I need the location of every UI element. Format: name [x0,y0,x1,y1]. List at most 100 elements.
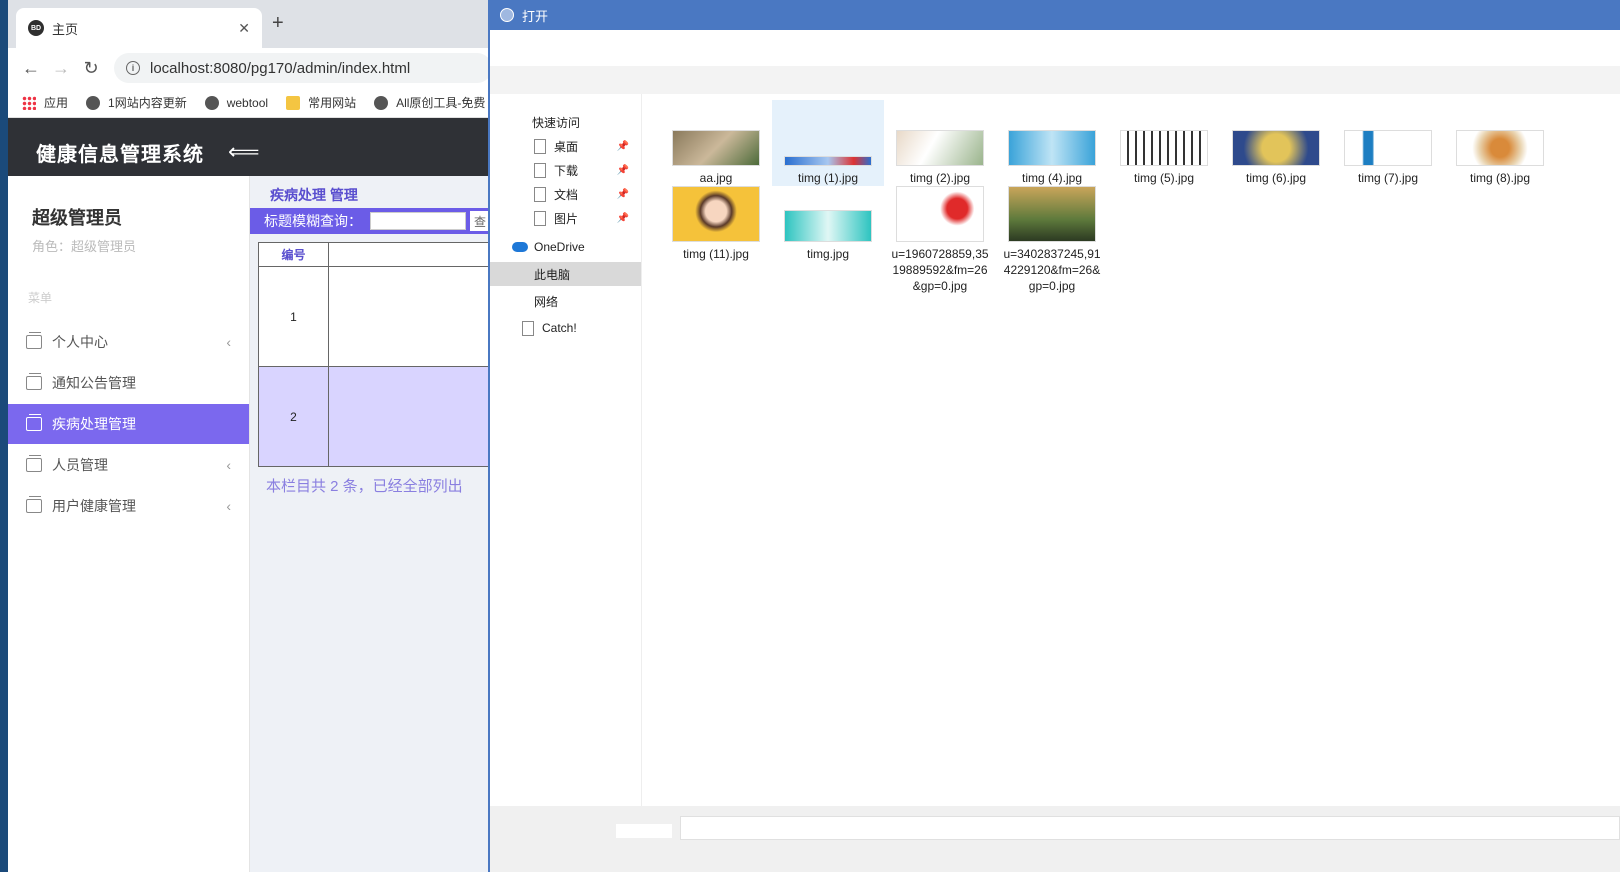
chevron-left-icon: ‹ [226,334,231,350]
window-icon [26,414,42,431]
search-label: 标题模糊查询： [264,213,362,229]
open-file-dialog: 打开 快速访问 桌面 📌 下载 📌 文档 📌 图片 📌 OneDrive 此电脑 网络 … [488,0,1620,872]
image-thumbnail [784,210,872,242]
dialog-address-bar[interactable] [490,30,1620,66]
info-icon[interactable]: i [126,61,140,75]
browser-toolbar: ← → ↻ i localhost:8080/pg170/admin/index… [8,48,500,88]
nav-quick-access[interactable]: 快速访问 [490,110,641,134]
bookmark-tools[interactable]: All原创工具-免费 [374,94,485,111]
bookmark-site-update[interactable]: 1网站内容更新 [86,94,187,111]
folder-icon [534,186,546,202]
back-icon[interactable]: ← [16,58,46,79]
image-thumbnail [1232,130,1320,166]
apps-icon [22,95,36,110]
bookmarks-bar: 应用 1网站内容更新 webtool 常用网站 All原创工具-免费 [8,88,500,118]
pin-icon: 📌 [616,140,629,152]
row-id: 2 [258,366,329,467]
record-count: 本栏目共 2 条，已经全部列出 [266,478,463,495]
window-icon [26,373,42,390]
file-item[interactable]: timg (8).jpg [1444,100,1556,186]
pin-icon: 📌 [616,164,629,176]
favicon-icon: BD [28,20,44,36]
sidebar-item-notices[interactable]: 通知公告管理 [8,363,249,403]
file-item[interactable]: timg (11).jpg [660,186,772,326]
dialog-command-bar [490,66,1620,94]
filename-label [616,824,672,838]
dialog-bottom-bar [490,806,1620,872]
tab-title: 主页 [52,21,79,37]
file-item[interactable]: timg.jpg [772,186,884,326]
file-item[interactable]: timg (2).jpg [884,100,996,186]
bookmark-apps[interactable]: 应用 [22,94,68,111]
browser-window: BD 主页 ✕ + ← → ↻ i localhost:8080/pg170/a… [8,0,500,872]
main-content: 疾病处理 管理 标题模糊查询： 查 编号 1 2 本栏目共 2 条，已经全部列出 [250,176,500,872]
image-thumbnail [672,186,760,242]
address-bar[interactable]: i localhost:8080/pg170/admin/index.html [114,53,492,83]
desktop-background [0,0,8,872]
data-table: 编号 1 2 [258,242,498,467]
file-item[interactable]: timg (6).jpg [1220,100,1332,186]
image-thumbnail [1120,130,1208,166]
globe-icon [374,95,389,110]
table-row[interactable]: 2 [258,366,498,467]
file-item[interactable]: aa.jpg [660,100,772,186]
sidebar: 超级管理员 角色：超级管理员 菜单 个人中心 ‹ 通知公告管理 疾病处理管理 人… [8,176,250,872]
bookmark-common-sites[interactable]: 常用网站 [286,94,356,111]
pin-icon: 📌 [616,188,629,200]
chrome-icon [500,8,514,22]
search-input[interactable] [370,212,466,230]
nav-documents[interactable]: 文档 📌 [490,182,641,206]
search-bar: 标题模糊查询： 查 [250,208,500,234]
menu-toggle-icon[interactable]: ⟸ [228,139,260,165]
image-thumbnail [1008,130,1096,166]
file-item[interactable]: timg (4).jpg [996,100,1108,186]
table-row[interactable]: 1 [258,266,498,367]
file-item[interactable]: timg (1).jpg [772,100,884,186]
navigation-pane: 快速访问 桌面 📌 下载 📌 文档 📌 图片 📌 OneDrive 此电脑 网络 Cat… [490,94,642,806]
nav-downloads[interactable]: 下载 📌 [490,158,641,182]
nav-desktop[interactable]: 桌面 📌 [490,134,641,158]
menu-label: 菜单 [28,291,53,305]
new-tab-icon[interactable]: + [272,12,284,35]
bookmark-webtool[interactable]: webtool [204,95,268,110]
sidebar-item-disease[interactable]: 疾病处理管理 [8,404,249,444]
window-icon [26,455,42,472]
tab-bar: BD 主页 ✕ + [8,0,500,48]
cloud-icon [512,242,528,252]
row-id: 1 [258,266,329,367]
browser-tab[interactable]: BD 主页 ✕ [16,8,262,48]
globe-icon [86,95,101,110]
url-text: localhost:8080/pg170/admin/index.html [150,59,411,77]
page-title: 疾病处理 管理 [270,187,358,203]
close-tab-icon[interactable]: ✕ [238,20,250,37]
image-thumbnail [896,130,984,166]
nav-onedrive[interactable]: OneDrive [490,232,641,262]
search-button[interactable]: 查 [470,211,490,231]
folder-icon [522,320,534,336]
nav-pictures[interactable]: 图片 📌 [490,206,641,230]
dialog-main: 快速访问 桌面 📌 下载 📌 文档 📌 图片 📌 OneDrive 此电脑 网络 Cat… [490,94,1620,806]
user-role: 角色：超级管理员 [32,239,137,254]
sidebar-item-personal-center[interactable]: 个人中心 ‹ [8,322,249,362]
image-thumbnail [784,156,872,166]
file-item[interactable]: timg (5).jpg [1108,100,1220,186]
forward-icon[interactable]: → [46,58,76,79]
file-list: aa.jpg timg (1).jpg timg (2).jpg timg (4… [642,94,1620,806]
nav-this-pc[interactable]: 此电脑 [490,262,641,286]
sidebar-item-user-health[interactable]: 用户健康管理 ‹ [8,486,249,526]
reload-icon[interactable]: ↻ [76,58,106,79]
filename-input[interactable] [680,816,1620,840]
nav-catch[interactable]: Catch! [490,316,641,340]
image-thumbnail [1008,186,1096,242]
file-item[interactable]: timg (7).jpg [1332,100,1444,186]
nav-network[interactable]: 网络 [490,286,641,316]
user-name: 超级管理员 [32,208,122,228]
dialog-titlebar: 打开 [490,0,1620,30]
file-item[interactable]: u=3402837245,914229120&fm=26&gp=0.jpg [996,186,1108,326]
globe-icon [204,95,219,110]
chevron-left-icon: ‹ [226,457,231,473]
window-icon [26,496,42,513]
column-header-id: 编号 [258,242,329,267]
file-item[interactable]: u=1960728859,3519889592&fm=26&gp=0.jpg [884,186,996,326]
sidebar-item-personnel[interactable]: 人员管理 ‹ [8,445,249,485]
